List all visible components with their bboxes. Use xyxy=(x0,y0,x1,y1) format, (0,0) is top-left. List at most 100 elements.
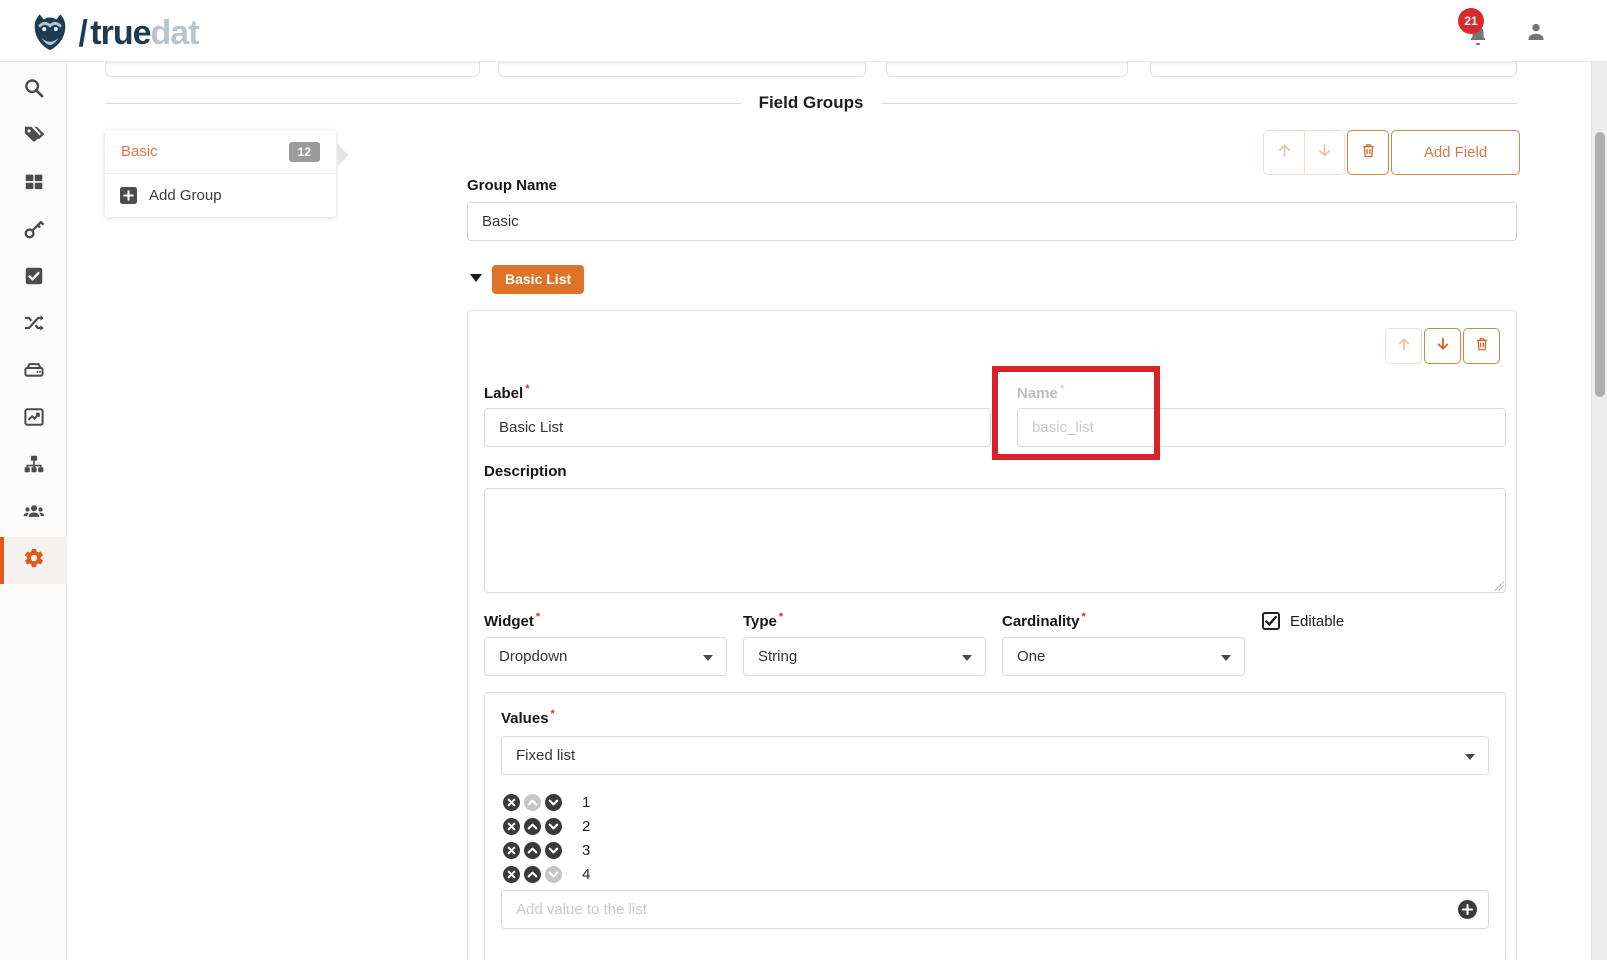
sidebar-item-systems[interactable] xyxy=(0,349,67,396)
sitemap-icon xyxy=(23,453,45,480)
field-tag-basic-list[interactable]: Basic List xyxy=(492,265,584,294)
field-card-buttons xyxy=(1383,328,1500,364)
textarea-resize-grip[interactable] xyxy=(1494,581,1504,591)
sidebar-item-relations[interactable] xyxy=(0,302,67,349)
remove-value-icon[interactable] xyxy=(503,866,520,883)
truedat-logo[interactable]: / truedat xyxy=(28,9,199,58)
name-input[interactable] xyxy=(1017,408,1506,447)
tags-icon xyxy=(23,124,45,151)
user-icon[interactable] xyxy=(1524,20,1548,44)
move-group-down-button[interactable] xyxy=(1304,131,1344,174)
group-name-label: Basic xyxy=(121,143,158,160)
cardinality-select[interactable]: One xyxy=(1002,637,1245,676)
key-icon xyxy=(23,218,45,245)
values-section: Values* Fixed list 1 2 3 xyxy=(484,692,1506,960)
add-group-button[interactable]: Add Group xyxy=(105,174,336,217)
collapse-caret-icon[interactable] xyxy=(470,274,482,282)
notification-count-badge: 21 xyxy=(1458,8,1484,34)
sidebar-item-modules[interactable] xyxy=(0,161,67,208)
name-input-wrap xyxy=(1017,408,1506,447)
move-value-down-icon[interactable] xyxy=(545,842,562,859)
type-select[interactable]: String xyxy=(743,637,986,676)
sidebar-item-tasks[interactable] xyxy=(0,255,67,302)
app-window: / truedat 21 Field xyxy=(0,0,1607,960)
move-value-up-icon[interactable] xyxy=(524,818,541,835)
value-list-item: 2 xyxy=(503,814,590,838)
truncated-input-1[interactable] xyxy=(105,62,480,77)
move-value-up-icon[interactable] xyxy=(524,842,541,859)
values-source-select[interactable]: Fixed list xyxy=(501,736,1489,775)
grid-icon xyxy=(23,171,45,198)
editable-checkbox[interactable] xyxy=(1262,612,1280,630)
group-count-badge: 12 xyxy=(289,142,320,162)
notifications-button[interactable]: 21 xyxy=(1458,8,1498,54)
add-group-label: Add Group xyxy=(149,187,222,204)
sidebar-item-search[interactable] xyxy=(0,67,67,114)
scrollbar-thumb[interactable] xyxy=(1595,132,1605,397)
description-field-label: Description xyxy=(484,463,567,480)
widget-select[interactable]: Dropdown xyxy=(484,637,727,676)
group-name-input[interactable] xyxy=(467,202,1517,241)
truncated-input-3[interactable] xyxy=(886,62,1128,77)
sidebar-item-tags[interactable] xyxy=(0,114,67,161)
remove-value-icon[interactable] xyxy=(503,842,520,859)
shuffle-icon xyxy=(23,312,45,339)
add-value-input-wrap xyxy=(501,890,1489,929)
remove-value-icon[interactable] xyxy=(503,818,520,835)
top-header: / truedat 21 xyxy=(0,0,1607,62)
editable-checkbox-label: Editable xyxy=(1290,613,1344,630)
sidebar-item-permissions[interactable] xyxy=(0,208,67,255)
move-field-up-button[interactable] xyxy=(1385,328,1422,364)
move-value-down-icon[interactable] xyxy=(545,794,562,811)
delete-field-button[interactable] xyxy=(1463,328,1500,364)
owl-logo-icon xyxy=(28,9,72,58)
value-text: 3 xyxy=(582,842,590,859)
type-select-value: String xyxy=(758,648,797,665)
arrow-down-icon xyxy=(1435,336,1451,357)
sidebar-item-dashboards[interactable] xyxy=(0,396,67,443)
move-value-up-icon xyxy=(524,794,541,811)
values-field-label: Values* xyxy=(501,708,555,727)
chevron-down-icon xyxy=(962,655,972,661)
required-asterisk: * xyxy=(1060,383,1064,395)
arrow-up-icon xyxy=(1276,142,1293,164)
value-text: 2 xyxy=(582,818,590,835)
group-name-input-wrap xyxy=(467,202,1517,241)
plus-circle-icon[interactable] xyxy=(1458,900,1477,919)
chevron-right-icon xyxy=(336,144,350,160)
delete-group-button[interactable] xyxy=(1347,130,1389,175)
label-input[interactable] xyxy=(484,408,991,447)
remove-value-icon[interactable] xyxy=(503,794,520,811)
add-value-input[interactable] xyxy=(501,890,1489,929)
move-group-up-button[interactable] xyxy=(1264,131,1304,174)
chevron-down-icon xyxy=(703,655,713,661)
field-groups-panel: Basic 12 Add Group xyxy=(105,130,336,217)
chart-line-icon xyxy=(23,406,45,433)
sidebar-item-lineage[interactable] xyxy=(0,443,67,490)
cardinality-select-value: One xyxy=(1017,648,1045,665)
sidebar-item-users[interactable] xyxy=(0,490,67,537)
server-icon xyxy=(23,359,45,386)
values-source-value: Fixed list xyxy=(516,747,575,764)
truncated-input-2[interactable] xyxy=(498,62,866,77)
page-title: Field Groups xyxy=(741,93,882,113)
group-item-basic[interactable]: Basic 12 xyxy=(105,130,336,174)
divider-line xyxy=(105,103,741,104)
truncated-input-4[interactable] xyxy=(1150,62,1517,77)
sidebar-item-settings[interactable] xyxy=(0,537,67,584)
value-text: 1 xyxy=(582,794,590,811)
logo-text: truedat xyxy=(90,14,198,53)
add-field-button[interactable]: Add Field xyxy=(1391,130,1520,175)
widget-select-value: Dropdown xyxy=(499,648,567,665)
move-value-down-icon[interactable] xyxy=(545,818,562,835)
description-textarea[interactable] xyxy=(484,488,1506,593)
value-list-item: 1 xyxy=(503,790,590,814)
cardinality-field-label: Cardinality* xyxy=(1002,611,1086,630)
scrollbar-track[interactable] xyxy=(1591,62,1607,960)
move-value-down-icon xyxy=(545,866,562,883)
move-value-up-icon[interactable] xyxy=(524,866,541,883)
users-icon xyxy=(23,500,45,527)
name-field-label: Name* xyxy=(1017,383,1064,402)
value-list-item: 4 xyxy=(503,862,590,886)
move-field-down-button[interactable] xyxy=(1424,328,1461,364)
